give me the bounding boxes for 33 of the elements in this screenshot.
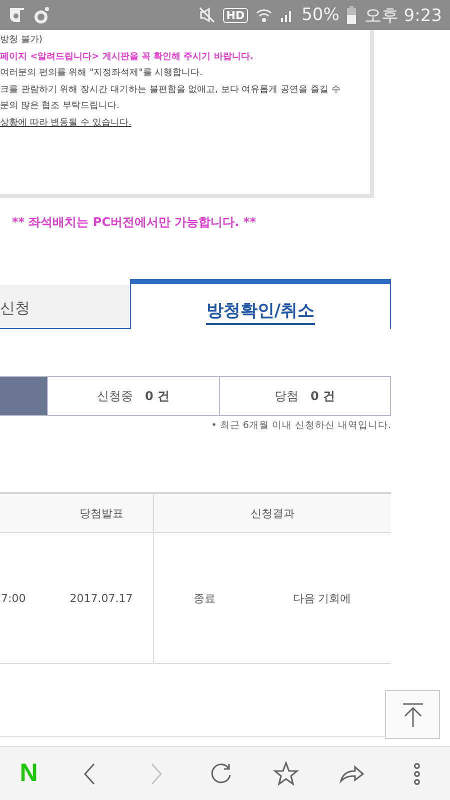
- battery-percent: 50%: [302, 5, 340, 25]
- summary-count: 0 건: [144, 388, 170, 404]
- notice-text: 여러분의 편의를 위해 "지정좌석제"를 시행합니다.: [0, 67, 203, 80]
- tab[interactable]: 신청: [0, 285, 130, 329]
- table-cell: 다음 기회에: [292, 590, 352, 606]
- summary-note: • 최근 6개월 이내 신청하신 내역입니다.: [210, 419, 391, 432]
- signal-icon: [280, 8, 294, 22]
- hd-icon: HD: [223, 8, 248, 22]
- notice-text: 상황에 따라 변동될 수 있습니다.: [0, 116, 132, 130]
- notice-text: 분의 많은 협조 부탁드립니다.: [0, 100, 120, 113]
- summary-count: 0 건: [310, 388, 336, 404]
- summary-label: 신청중: [96, 388, 133, 404]
- table-cell: 7:00: [0, 532, 50, 664]
- star-icon[interactable]: [273, 760, 300, 786]
- summary-label: 당첨: [274, 388, 298, 404]
- notice-text: 페이지 <알려드립니다> 게시판을 꼭 확인해 주시기 바랍니다.: [0, 50, 254, 64]
- notice-text: 크를 관람하기 위해 장시간 대기하는 불편함을 없애고, 보다 여유롭게 공연을 즐길 수: [0, 84, 340, 96]
- clock: 오후 9:23: [364, 4, 442, 26]
- column-header: 신청결과: [153, 493, 391, 532]
- notice-text: 방청 불가): [0, 34, 42, 47]
- table-cell: 2017.07.17: [50, 532, 153, 664]
- seat-note: ** 좌석배치는 PC버전에서만 가능합니다. **: [12, 214, 257, 231]
- app-icon: [8, 6, 26, 24]
- wifi-icon: [256, 8, 272, 22]
- mute-icon: [199, 7, 216, 23]
- table-cell: 종료: [193, 590, 216, 606]
- arrow-up-icon: [402, 702, 424, 728]
- battery-icon: [347, 6, 356, 24]
- summary-block: [0, 377, 47, 415]
- column-header: 당첨발표: [50, 493, 153, 532]
- tab[interactable]: 방청확인/취소: [130, 279, 391, 329]
- app-icon: [34, 6, 50, 24]
- scroll-top-button[interactable]: [385, 690, 440, 739]
